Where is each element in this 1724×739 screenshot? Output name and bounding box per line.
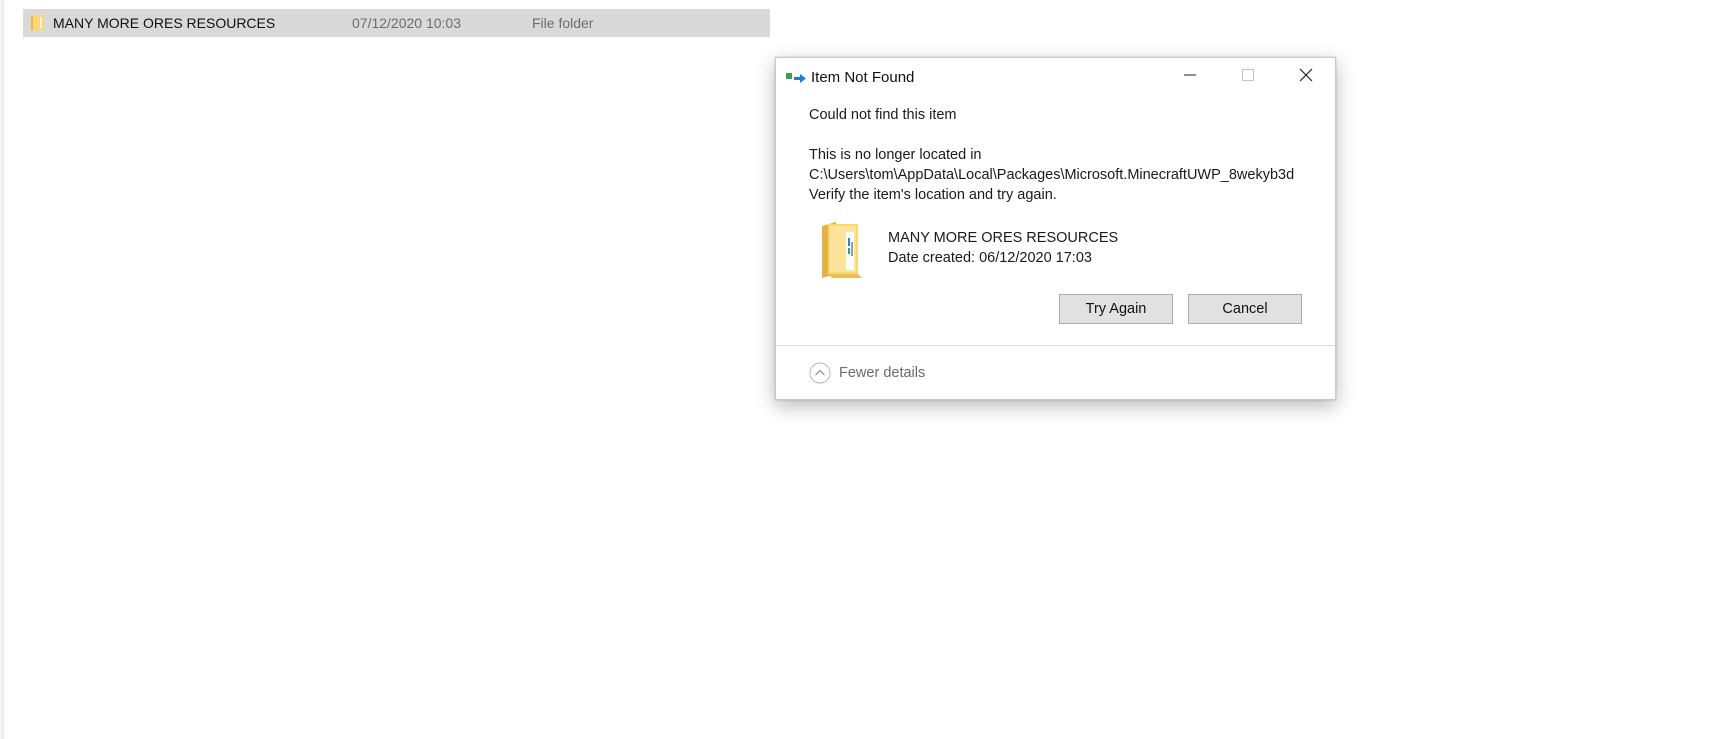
fewer-details-label: Fewer details [839,365,926,381]
desktop-canvas: MANY MORE ORES RESOURCES 07/12/2020 10:0… [0,0,1724,739]
item-not-found-dialog: Item Not Found Could not find this item [775,57,1336,400]
missing-item-name: MANY MORE ORES RESOURCES [888,230,1119,246]
folder-icon [822,222,862,278]
dialog-path: C:\Users\tom\AppData\Local\Packages\Micr… [809,167,1295,183]
maximize-button[interactable] [1219,58,1277,92]
minimize-icon [1184,74,1196,76]
window-left-edge [0,0,4,739]
close-icon [1299,68,1313,82]
file-type: File folder [532,15,594,31]
file-list-row-selected[interactable]: MANY MORE ORES RESOURCES 07/12/2020 10:0… [23,9,770,37]
missing-item-date: Date created: 06/12/2020 17:03 [888,250,1092,266]
date-created-value: 06/12/2020 17:03 [979,250,1092,266]
dialog-description-line3: Verify the item's location and try again… [809,187,1057,203]
fewer-details-toggle[interactable]: Fewer details [809,361,925,385]
try-again-button[interactable]: Try Again [1059,294,1173,324]
dialog-heading: Could not find this item [809,107,957,123]
cancel-button[interactable]: Cancel [1188,294,1302,324]
missing-item-info: MANY MORE ORES RESOURCES Date created: 06… [818,220,1268,282]
folder-icon [31,15,44,30]
file-date-modified: 07/12/2020 10:03 [352,15,461,31]
minimize-button[interactable] [1161,58,1219,92]
chevron-up-icon [809,362,831,384]
move-file-icon [786,73,806,83]
dialog-title: Item Not Found [811,69,915,86]
date-created-label: Date created: [888,250,976,266]
close-button[interactable] [1277,58,1335,92]
dialog-titlebar[interactable]: Item Not Found [776,58,1335,96]
maximize-icon [1242,69,1254,81]
dialog-description-line1: This is no longer located in [809,147,982,163]
dialog-divider [776,345,1335,346]
file-name: MANY MORE ORES RESOURCES [53,15,276,31]
